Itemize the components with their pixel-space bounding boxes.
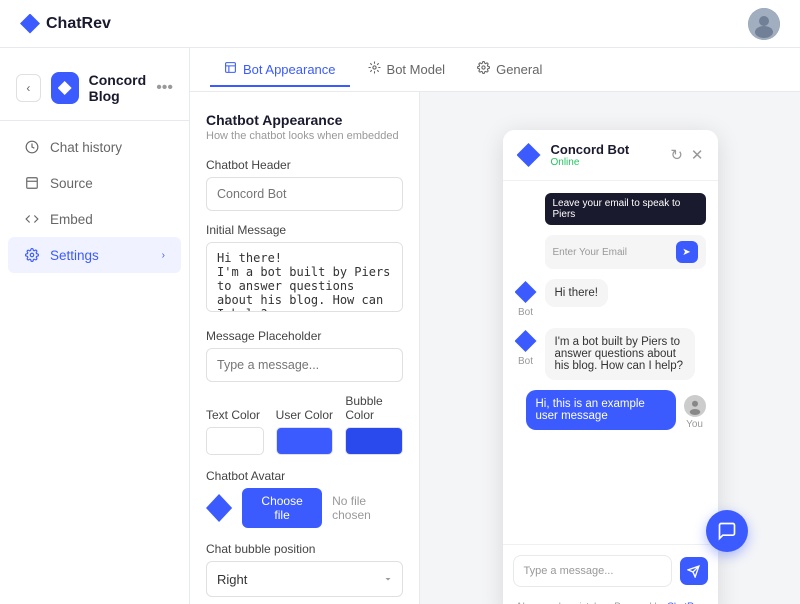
chat-header-info: Concord Bot Online <box>551 142 661 168</box>
color-row: Text Color User Color Bubble Color <box>206 394 403 455</box>
chatbot-avatar-label: Chatbot Avatar <box>206 469 403 483</box>
top-nav: ChatRev <box>0 0 800 48</box>
sidebar-header: ‹ Concord Blog ••• <box>0 64 189 121</box>
email-input-row: Enter Your Email ➤ <box>545 235 706 269</box>
message-placeholder-label: Message Placeholder <box>206 329 403 343</box>
sidebar-item-settings[interactable]: Settings › <box>8 237 181 273</box>
floating-chat-button[interactable] <box>706 510 748 552</box>
you-label: You <box>686 419 703 430</box>
bubble-color-swatch[interactable] <box>345 427 403 455</box>
chat-send-button[interactable] <box>680 557 708 585</box>
chatbot-header-label: Chatbot Header <box>206 158 403 172</box>
sidebar-item-settings-label: Settings <box>50 248 99 263</box>
sidebar-item-embed-label: Embed <box>50 212 93 227</box>
choose-file-button[interactable]: Choose file <box>242 488 322 528</box>
chat-history-icon <box>24 139 40 155</box>
tab-bot-appearance-label: Bot Appearance <box>243 62 336 77</box>
sub-nav: Bot Appearance Bot Model General <box>190 48 800 92</box>
message-row-2: Bot I'm a bot built by Piers to answer q… <box>515 328 706 380</box>
user-color-swatch[interactable] <box>276 427 334 455</box>
text-color-label: Text Color <box>206 408 264 422</box>
settings-icon <box>24 247 40 263</box>
avatar-upload-row: Choose file No file chosen <box>206 488 403 528</box>
user-color-label: User Color <box>276 408 334 422</box>
sidebar-item-source-label: Source <box>50 176 93 191</box>
tab-bot-model[interactable]: Bot Model <box>354 53 460 87</box>
bot-label-2: Bot <box>518 356 533 367</box>
message-bubble-2: I'm a bot built by Piers to answer quest… <box>545 328 695 380</box>
tab-general-label: General <box>496 62 542 77</box>
chat-diamond-icon <box>517 143 541 167</box>
chat-input-fake[interactable]: Type a message... <box>513 555 672 587</box>
bubble-color-field: Bubble Color <box>345 394 403 455</box>
embed-icon <box>24 211 40 227</box>
form-subtitle: How the chatbot looks when embedded <box>206 130 403 142</box>
main-layout: ‹ Concord Blog ••• Chat history Source E… <box>0 48 800 604</box>
preview-bot-name: Concord Bot <box>551 142 661 157</box>
app-name: ChatRev <box>46 15 111 33</box>
message-placeholder-input[interactable] <box>206 348 403 382</box>
initial-message-textarea[interactable]: Hi there! I'm a bot built by Piers to an… <box>206 242 403 312</box>
user-avatar-preview <box>684 395 706 417</box>
bot-icon <box>51 72 79 104</box>
tab-bot-model-label: Bot Model <box>387 62 446 77</box>
chat-window-preview: Concord Bot Online ↻ ✕ Leave your ema <box>503 130 718 604</box>
tab-bot-appearance[interactable]: Bot Appearance <box>210 53 350 87</box>
two-col-layout: Chatbot Appearance How the chatbot looks… <box>190 92 800 604</box>
settings-arrow-icon: › <box>162 250 165 261</box>
chat-window-header: Concord Bot Online ↻ ✕ <box>503 130 718 181</box>
avatar-diamond-icon <box>206 494 232 522</box>
bot-message-icon-2 <box>515 330 537 352</box>
initial-message-label: Initial Message <box>206 223 403 237</box>
avatar-section: Chatbot Avatar Choose file No file chose… <box>206 469 403 528</box>
close-icon[interactable]: ✕ <box>691 146 704 164</box>
sidebar-item-chat-history[interactable]: Chat history <box>8 129 181 165</box>
user-color-field: User Color <box>276 408 334 455</box>
logo-diamond-icon <box>20 14 40 34</box>
email-send-button[interactable]: ➤ <box>676 241 698 263</box>
tab-general[interactable]: General <box>463 53 556 87</box>
message-row-1: Bot Hi there! <box>515 279 706 318</box>
chat-input-placeholder: Type a message... <box>524 565 614 577</box>
email-input-fake: Enter Your Email <box>553 247 670 258</box>
message-bubble-user: Hi, this is an example user message <box>526 390 676 430</box>
text-color-field: Text Color <box>206 408 264 455</box>
message-bubble-1: Hi there! <box>545 279 608 307</box>
form-title: Chatbot Appearance <box>206 112 403 128</box>
email-tooltip: Leave your email to speak to Piers <box>545 193 706 225</box>
sidebar-item-embed[interactable]: Embed <box>8 201 181 237</box>
chat-bubble-position-select[interactable]: Right Left <box>206 561 403 597</box>
bot-appearance-tab-icon <box>224 61 237 77</box>
bot-diamond-icon <box>58 81 72 95</box>
chat-messages: Leave your email to speak to Piers Enter… <box>503 181 718 544</box>
refresh-icon[interactable]: ↻ <box>670 146 683 164</box>
bot-model-tab-icon <box>368 61 381 77</box>
preview-wrapper: Concord Bot Online ↻ ✕ Leave your ema <box>440 112 780 584</box>
source-icon <box>24 175 40 191</box>
chatbot-header-input[interactable] <box>206 177 403 211</box>
more-button[interactable]: ••• <box>156 79 173 97</box>
sidebar-item-source[interactable]: Source <box>8 165 181 201</box>
message-row-3: Hi, this is an example user message You <box>515 390 706 430</box>
no-file-text: No file chosen <box>332 494 403 522</box>
content-area: Bot Appearance Bot Model General Chatbot… <box>190 48 800 604</box>
bubble-color-label: Bubble Color <box>345 394 403 422</box>
general-tab-icon <box>477 61 490 77</box>
app-logo: ChatRev <box>20 14 111 34</box>
preview-bot-status: Online <box>551 157 661 168</box>
chat-bubble-position-label: Chat bubble position <box>206 542 403 556</box>
user-avatar[interactable] <box>748 8 780 40</box>
back-button[interactable]: ‹ <box>16 74 41 102</box>
bot-name: Concord Blog <box>89 72 147 104</box>
sidebar: ‹ Concord Blog ••• Chat history Source E… <box>0 48 190 604</box>
chat-header-actions[interactable]: ↻ ✕ <box>670 146 703 164</box>
sidebar-item-chat-history-label: Chat history <box>50 140 122 155</box>
chat-powered-by: AI can make mistakes. Powered by ChatRev <box>503 597 718 604</box>
bot-label-1: Bot <box>518 307 533 318</box>
chat-input-area: Type a message... <box>503 544 718 597</box>
bot-message-icon-1 <box>515 281 537 303</box>
text-color-swatch[interactable] <box>206 427 264 455</box>
preview-panel: Concord Bot Online ↻ ✕ Leave your ema <box>420 92 800 604</box>
form-panel: Chatbot Appearance How the chatbot looks… <box>190 92 420 604</box>
